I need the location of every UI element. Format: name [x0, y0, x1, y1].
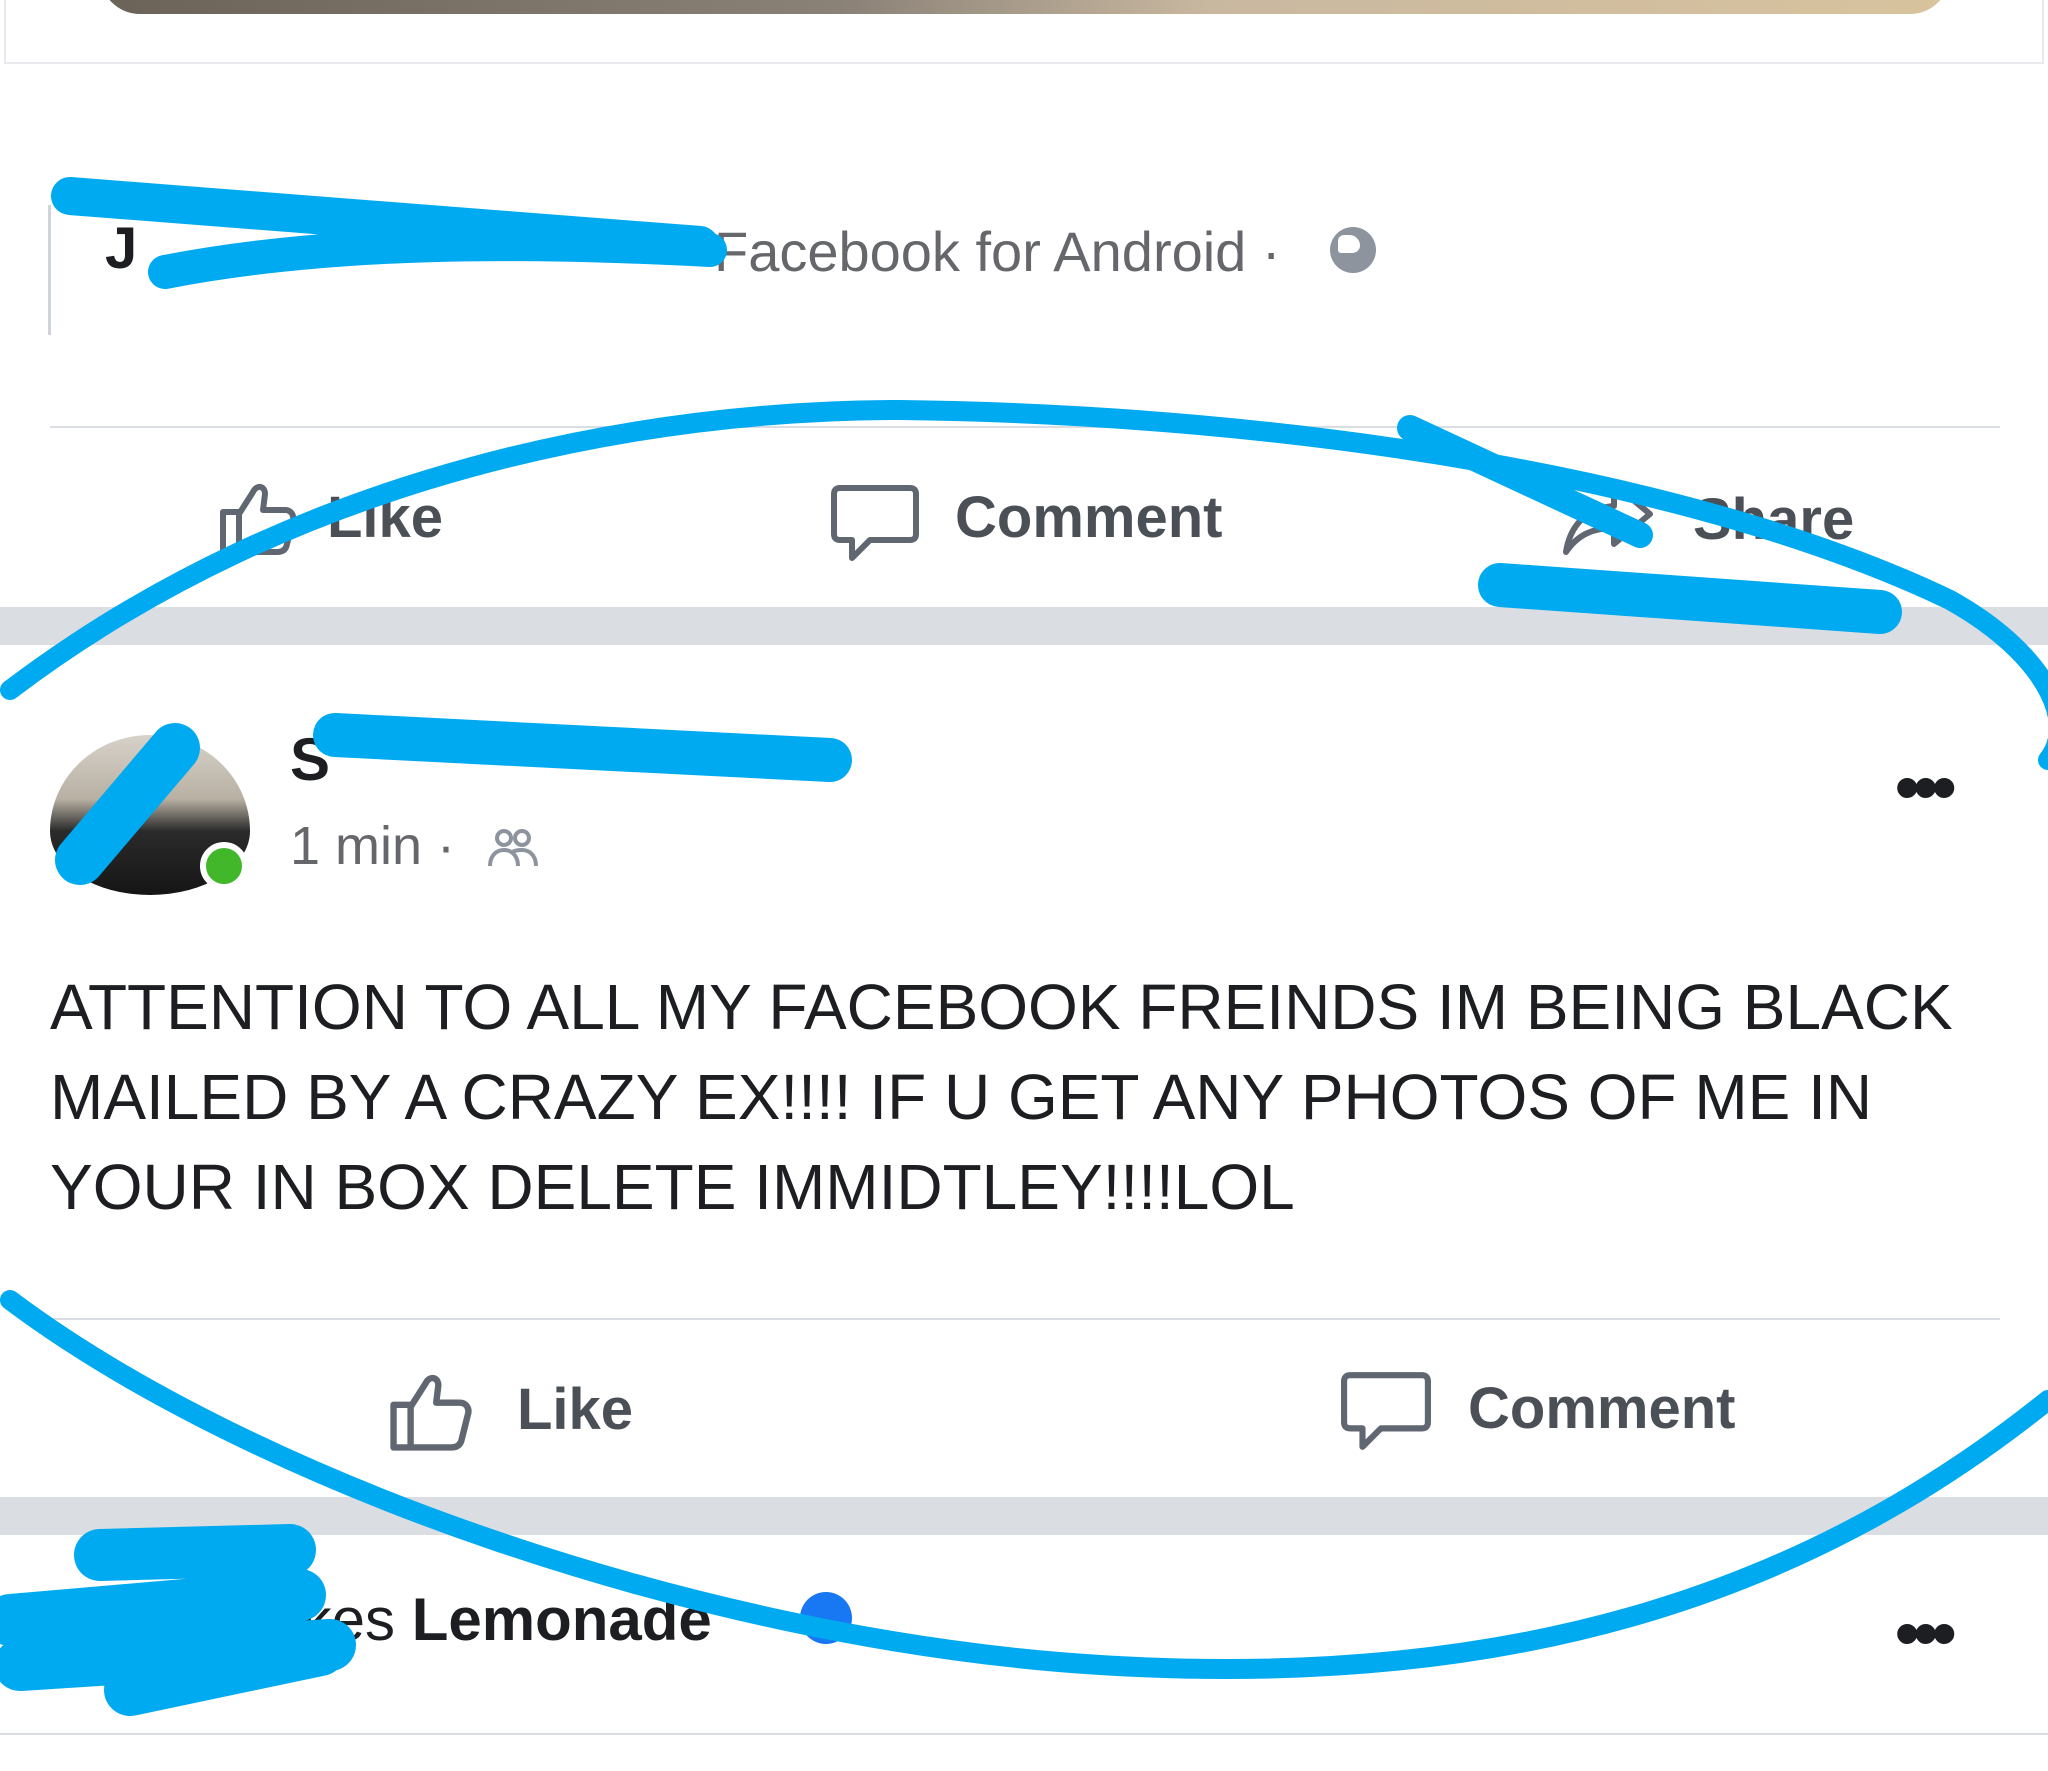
share-icon — [1560, 474, 1656, 564]
globe-icon — [1330, 227, 1376, 273]
shared-post-quote-bar — [48, 205, 51, 335]
divider — [0, 1733, 2048, 1735]
activity-verb: likes — [275, 1586, 396, 1653]
post-author[interactable]: S — [290, 725, 330, 794]
activity-line[interactable]: likes Lemonade — [275, 1585, 712, 1654]
page-name[interactable]: Lemonade — [412, 1586, 712, 1653]
story-options-button[interactable]: ••• — [1895, 1598, 1956, 1668]
divider — [50, 426, 2000, 428]
online-status-dot — [200, 842, 248, 890]
feed-separator — [0, 607, 2048, 645]
thumbs-up-icon — [215, 470, 305, 560]
post-text: ATTENTION TO ALL MY FACEBOOK FREINDS IM … — [50, 971, 1953, 1223]
comment-icon — [1340, 1365, 1432, 1457]
like-label: Like — [327, 485, 444, 550]
post-like-label: Like — [517, 1377, 634, 1442]
verified-badge-icon — [800, 1592, 852, 1644]
post-comment-label: Comment — [1468, 1376, 1736, 1441]
divider — [50, 1318, 2000, 1320]
previous-post-photo[interactable] — [100, 0, 1950, 14]
shared-post-source: Facebook for Android · — [714, 220, 1281, 283]
post-timestamp[interactable]: 1 min · — [290, 815, 455, 877]
share-label: Share — [1693, 487, 1855, 552]
feed-separator — [0, 1497, 2048, 1535]
shared-post-author[interactable]: J — [105, 215, 137, 282]
comment-label: Comment — [955, 485, 1223, 550]
thumbs-up-icon — [385, 1360, 481, 1456]
comment-icon — [830, 478, 920, 568]
post-options-button[interactable]: ••• — [1895, 752, 1956, 822]
friends-icon — [488, 828, 538, 873]
